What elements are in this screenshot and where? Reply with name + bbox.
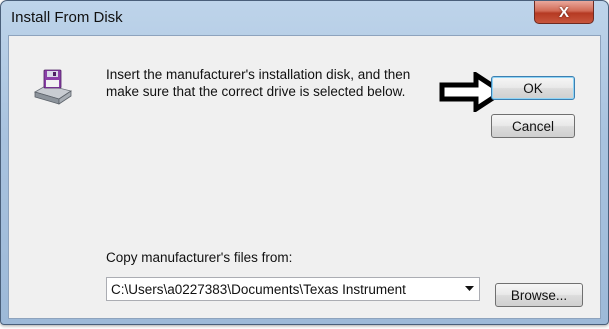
cancel-button[interactable]: Cancel: [491, 114, 575, 138]
floppy-disk-drive-icon: [33, 69, 72, 105]
ok-button[interactable]: OK: [491, 76, 575, 100]
path-combobox[interactable]: C:\Users\a0227383\Documents\Texas Instru…: [106, 277, 480, 301]
browse-button[interactable]: Browse...: [495, 283, 583, 307]
install-from-disk-dialog: Install From Disk X Insert the manufactu…: [0, 0, 609, 325]
title-bar[interactable]: Install From Disk X: [1, 1, 608, 35]
copy-files-label: Copy manufacturer's files from:: [106, 250, 293, 265]
close-button[interactable]: X: [534, 1, 594, 24]
chevron-down-icon[interactable]: [459, 278, 479, 300]
path-value[interactable]: C:\Users\a0227383\Documents\Texas Instru…: [107, 282, 459, 297]
window-title: Install From Disk: [11, 9, 123, 26]
close-icon: X: [558, 3, 569, 21]
dialog-body: Insert the manufacturer's installation d…: [8, 35, 601, 319]
instruction-text: Insert the manufacturer's installation d…: [106, 67, 411, 99]
